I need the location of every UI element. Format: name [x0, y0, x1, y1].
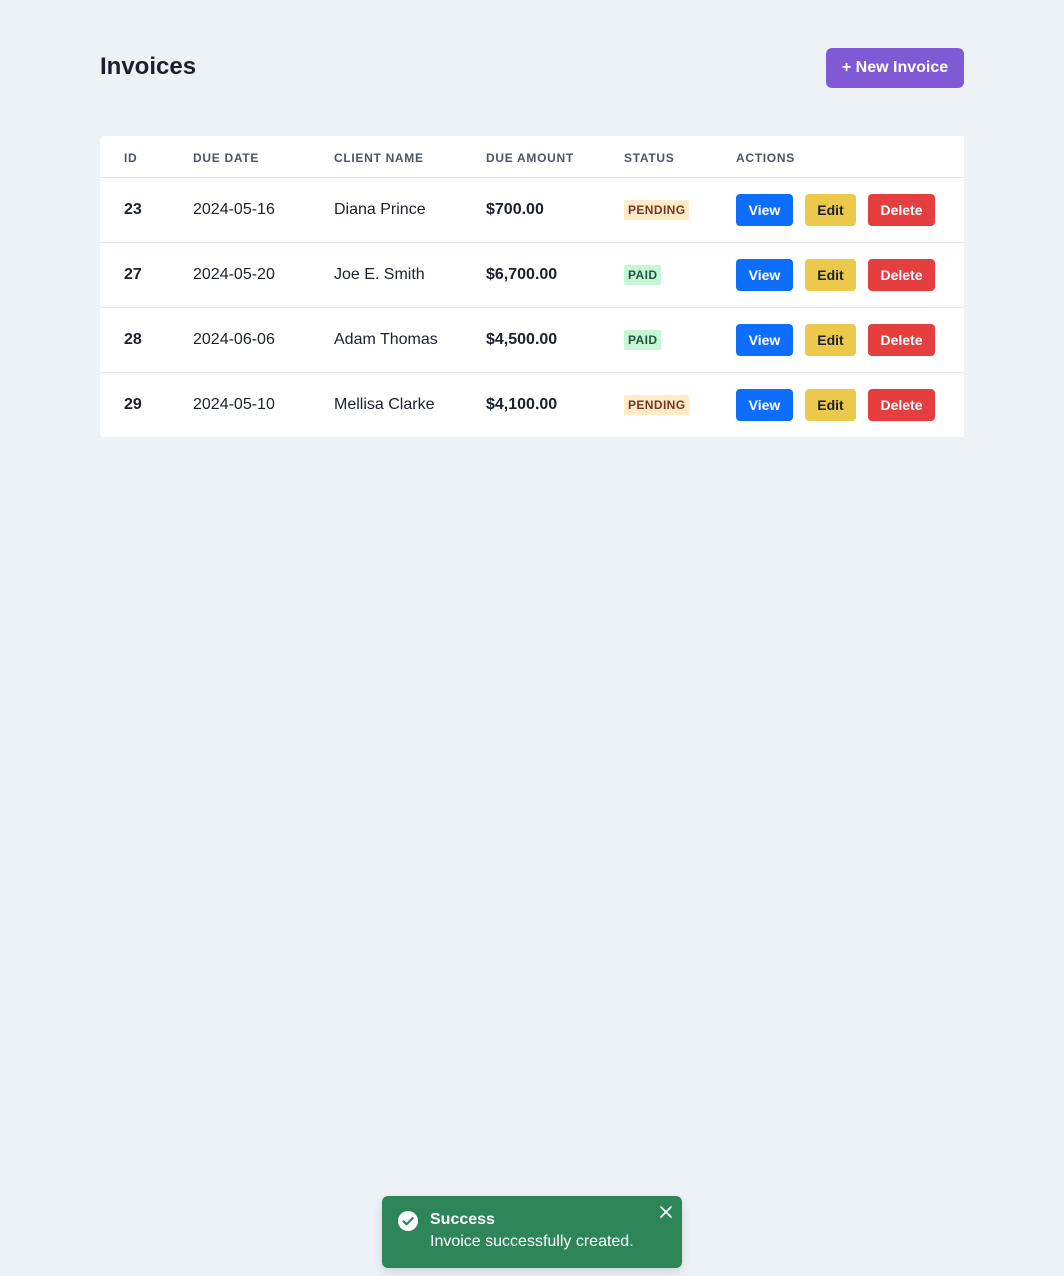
check-circle-icon: [398, 1211, 418, 1231]
row-actions: View Edit Delete: [736, 193, 964, 226]
table-row: 23 2024-05-16 Diana Prince $700.00 PENDI…: [100, 177, 964, 242]
invoice-actions-cell: View Edit Delete: [736, 372, 964, 437]
invoice-due-date: 2024-05-10: [193, 395, 275, 413]
table-row: 29 2024-05-10 Mellisa Clarke $4,100.00 P…: [100, 372, 964, 437]
invoice-client-name: Adam Thomas: [334, 330, 438, 348]
view-button[interactable]: View: [736, 388, 793, 421]
edit-button[interactable]: Edit: [805, 323, 856, 356]
status-badge: PAID: [624, 264, 662, 285]
delete-button[interactable]: Delete: [868, 323, 935, 356]
edit-button[interactable]: Edit: [805, 388, 856, 421]
invoice-id: 27: [124, 265, 142, 283]
invoices-table: ID DUE DATE CLIENT NAME DUE AMOUNT STATU…: [100, 136, 964, 437]
column-header-id: ID: [124, 151, 138, 166]
view-button[interactable]: View: [736, 323, 793, 356]
invoice-status-cell: PAID: [624, 242, 736, 307]
page-title: Invoices: [100, 53, 197, 80]
new-invoice-button[interactable]: + New Invoice: [826, 48, 964, 88]
invoice-id: 28: [124, 330, 142, 348]
status-badge: PENDING: [624, 394, 690, 415]
delete-button[interactable]: Delete: [868, 258, 935, 291]
invoice-status-cell: PENDING: [624, 372, 736, 437]
column-header-due-amount: DUE AMOUNT: [486, 151, 574, 166]
invoice-due-amount: $700.00: [486, 200, 544, 218]
invoice-client-name: Mellisa Clarke: [334, 395, 435, 413]
table-header-row: ID DUE DATE CLIENT NAME DUE AMOUNT STATU…: [100, 136, 964, 177]
invoice-due-amount: $4,500.00: [486, 330, 558, 348]
toast-body: Success Invoice successfully created.: [430, 1210, 634, 1254]
invoice-due-date: 2024-06-06: [193, 330, 275, 348]
invoice-due-amount: $4,100.00: [486, 395, 558, 413]
invoice-due-date: 2024-05-20: [193, 265, 275, 283]
edit-button[interactable]: Edit: [805, 258, 856, 291]
view-button[interactable]: View: [736, 258, 793, 291]
invoice-id: 29: [124, 395, 142, 413]
status-badge: PAID: [624, 329, 662, 350]
row-actions: View Edit Delete: [736, 323, 964, 356]
column-header-status: STATUS: [624, 151, 675, 166]
table-row: 27 2024-05-20 Joe E. Smith $6,700.00 PAI…: [100, 242, 964, 307]
invoice-client-name: Diana Prince: [334, 200, 426, 218]
column-header-due-date: DUE DATE: [193, 151, 260, 166]
edit-button[interactable]: Edit: [805, 193, 856, 226]
toast-message: Invoice successfully created.: [430, 1233, 634, 1250]
view-button[interactable]: View: [736, 193, 793, 226]
row-actions: View Edit Delete: [736, 388, 964, 421]
table-row: 28 2024-06-06 Adam Thomas $4,500.00 PAID…: [100, 307, 964, 372]
success-toast: Success Invoice successfully created.: [382, 1196, 682, 1268]
toast-title: Success: [430, 1211, 495, 1228]
delete-button[interactable]: Delete: [868, 388, 935, 421]
invoice-actions-cell: View Edit Delete: [736, 242, 964, 307]
invoice-client-name: Joe E. Smith: [334, 265, 425, 283]
column-header-client-name: CLIENT NAME: [334, 151, 424, 166]
invoice-status-cell: PAID: [624, 307, 736, 372]
delete-button[interactable]: Delete: [868, 193, 935, 226]
invoice-status-cell: PENDING: [624, 177, 736, 242]
invoices-table-container: ID DUE DATE CLIENT NAME DUE AMOUNT STATU…: [100, 136, 964, 437]
row-actions: View Edit Delete: [736, 258, 964, 291]
invoice-actions-cell: View Edit Delete: [736, 177, 964, 242]
invoice-actions-cell: View Edit Delete: [736, 307, 964, 372]
column-header-actions: ACTIONS: [736, 151, 795, 166]
invoice-id: 23: [124, 200, 142, 218]
close-icon[interactable]: [659, 1205, 673, 1219]
status-badge: PENDING: [624, 199, 690, 220]
invoice-due-amount: $6,700.00: [486, 265, 558, 283]
invoice-due-date: 2024-05-16: [193, 200, 275, 218]
